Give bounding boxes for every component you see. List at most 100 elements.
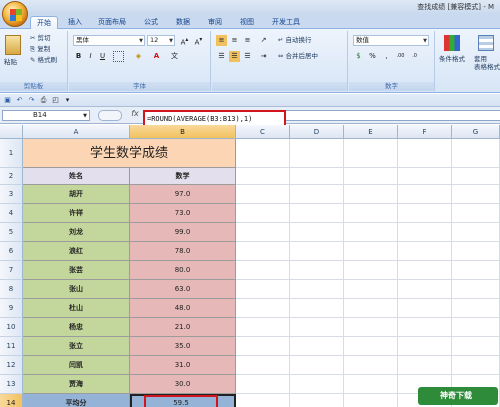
student-score[interactable]: 80.0 xyxy=(130,261,236,280)
cell-e6[interactable] xyxy=(344,242,398,261)
student-name[interactable]: 胡开 xyxy=(23,185,130,204)
cell-f7[interactable] xyxy=(398,261,452,280)
cell-f4[interactable] xyxy=(398,204,452,223)
cell-c12[interactable] xyxy=(236,356,290,375)
student-score[interactable]: 73.0 xyxy=(130,204,236,223)
student-name[interactable]: 贾海 xyxy=(23,375,130,394)
cell-g9[interactable] xyxy=(452,299,500,318)
cell-d6[interactable] xyxy=(290,242,344,261)
row-header-6[interactable]: 6 xyxy=(0,242,23,261)
cell-d10[interactable] xyxy=(290,318,344,337)
name-box[interactable]: B14 ▼ xyxy=(2,110,90,121)
tab-page-layout[interactable]: 页面布局 xyxy=(92,16,132,29)
column-header-f[interactable]: F xyxy=(398,125,452,139)
cell-c14[interactable] xyxy=(236,394,290,407)
column-header-a[interactable]: A xyxy=(23,125,130,139)
cell-e2[interactable] xyxy=(344,168,398,185)
student-name[interactable]: 闫凯 xyxy=(23,356,130,375)
tab-view[interactable]: 视图 xyxy=(234,16,260,29)
wrap-text-button[interactable]: ↵ 自动换行 xyxy=(278,36,312,45)
tab-developer[interactable]: 开发工具 xyxy=(266,16,306,29)
cell-g2[interactable] xyxy=(452,168,500,185)
average-label[interactable]: 平均分 xyxy=(23,394,130,407)
redo-icon[interactable]: ↷ xyxy=(26,95,37,106)
align-left-icon[interactable]: ☰ xyxy=(216,51,227,62)
tab-home[interactable]: 开始 xyxy=(30,16,58,29)
student-score[interactable]: 35.0 xyxy=(130,337,236,356)
cell-f10[interactable] xyxy=(398,318,452,337)
student-score[interactable]: 21.0 xyxy=(130,318,236,337)
cell-e7[interactable] xyxy=(344,261,398,280)
student-score[interactable]: 31.0 xyxy=(130,356,236,375)
cell-d14[interactable] xyxy=(290,394,344,407)
conditional-format-button[interactable]: 条件格式 xyxy=(439,55,465,64)
customize-qat-icon[interactable]: ▾ xyxy=(62,95,73,106)
row-header-7[interactable]: 7 xyxy=(0,261,23,280)
sheet-title[interactable]: 学生数学成绩 xyxy=(23,139,236,168)
border-button[interactable] xyxy=(113,51,124,62)
tab-insert[interactable]: 插入 xyxy=(62,16,88,29)
phonetic-icon[interactable]: 文 xyxy=(169,51,180,62)
cell-e12[interactable] xyxy=(344,356,398,375)
font-color-button[interactable]: A xyxy=(151,51,162,62)
cut-button[interactable]: ✂ 剪切 xyxy=(30,34,51,43)
column-header-g[interactable]: G xyxy=(452,125,500,139)
student-score[interactable]: 63.0 xyxy=(130,280,236,299)
increase-decimal-icon[interactable]: .00 xyxy=(395,51,406,62)
print-icon[interactable]: ⎙ xyxy=(38,95,49,106)
row-header-13[interactable]: 13 xyxy=(0,375,23,394)
row-header-8[interactable]: 8 xyxy=(0,280,23,299)
row-header-3[interactable]: 3 xyxy=(0,185,23,204)
shrink-font-button[interactable]: A▾ xyxy=(193,35,204,46)
cell-g7[interactable] xyxy=(452,261,500,280)
cell-f11[interactable] xyxy=(398,337,452,356)
cell-c6[interactable] xyxy=(236,242,290,261)
row-header-2[interactable]: 2 xyxy=(0,168,23,185)
cell-g11[interactable] xyxy=(452,337,500,356)
cell-c1[interactable] xyxy=(236,139,290,168)
cell-f6[interactable] xyxy=(398,242,452,261)
cell-e13[interactable] xyxy=(344,375,398,394)
percent-icon[interactable]: % xyxy=(367,51,378,62)
cell-d4[interactable] xyxy=(290,204,344,223)
cell-f1[interactable] xyxy=(398,139,452,168)
cell-c3[interactable] xyxy=(236,185,290,204)
student-name[interactable]: 张山 xyxy=(23,280,130,299)
tab-data[interactable]: 数据 xyxy=(170,16,196,29)
cell-c13[interactable] xyxy=(236,375,290,394)
bold-button[interactable]: B xyxy=(73,51,84,62)
student-score[interactable]: 97.0 xyxy=(130,185,236,204)
select-all-corner[interactable] xyxy=(0,125,23,139)
cell-d8[interactable] xyxy=(290,280,344,299)
cell-e9[interactable] xyxy=(344,299,398,318)
tab-formulas[interactable]: 公式 xyxy=(138,16,164,29)
column-header-b[interactable]: B xyxy=(130,125,236,139)
cell-c5[interactable] xyxy=(236,223,290,242)
average-value[interactable]: 59.5 xyxy=(144,395,218,407)
underline-button[interactable]: U xyxy=(97,51,108,62)
cell-f12[interactable] xyxy=(398,356,452,375)
cell-d2[interactable] xyxy=(290,168,344,185)
student-score[interactable]: 48.0 xyxy=(130,299,236,318)
fill-color-icon[interactable]: ◈ xyxy=(133,51,144,62)
cell-c11[interactable] xyxy=(236,337,290,356)
student-name[interactable]: 刘龙 xyxy=(23,223,130,242)
cell-e1[interactable] xyxy=(344,139,398,168)
cell-g6[interactable] xyxy=(452,242,500,261)
indent-icon[interactable]: ⇥ xyxy=(258,51,269,62)
align-right-icon[interactable]: ☰ xyxy=(242,51,253,62)
cell-e11[interactable] xyxy=(344,337,398,356)
row-header-12[interactable]: 12 xyxy=(0,356,23,375)
cell-c7[interactable] xyxy=(236,261,290,280)
format-as-table-button[interactable]: 套用 表格格式 xyxy=(474,55,500,71)
align-top-icon[interactable]: ≡ xyxy=(216,35,227,46)
align-center-icon[interactable]: ☰ xyxy=(229,51,240,62)
cell-c9[interactable] xyxy=(236,299,290,318)
column-header-d[interactable]: D xyxy=(290,125,344,139)
student-score[interactable]: 78.0 xyxy=(130,242,236,261)
cell-d9[interactable] xyxy=(290,299,344,318)
cell-e3[interactable] xyxy=(344,185,398,204)
student-name[interactable]: 张芸 xyxy=(23,261,130,280)
office-button[interactable] xyxy=(2,1,28,27)
cell-d11[interactable] xyxy=(290,337,344,356)
